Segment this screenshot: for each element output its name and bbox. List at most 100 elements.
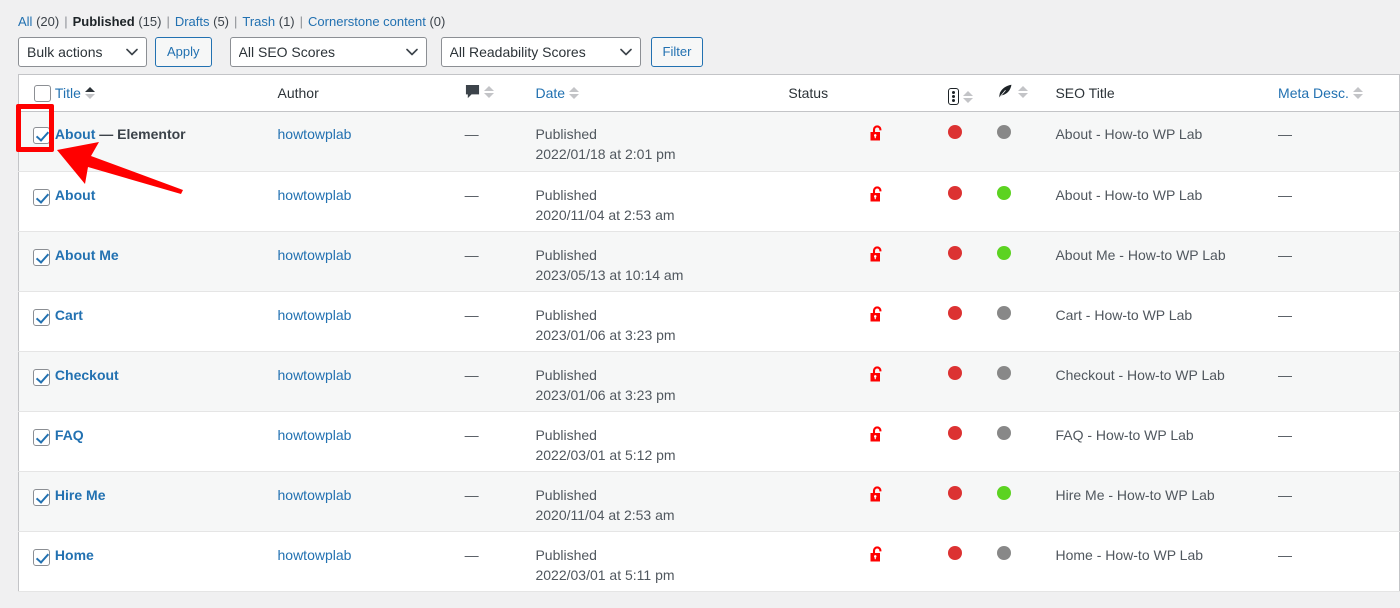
readability-scores-select-wrapper[interactable]: All Readability Scores	[440, 37, 641, 67]
row-readability-score-cell[interactable]	[996, 111, 1056, 172]
row-title-link[interactable]: About	[55, 126, 95, 142]
sort-arrows-icon[interactable]	[84, 87, 95, 99]
row-seo-score-cell[interactable]	[948, 291, 997, 352]
row-seo-score-cell[interactable]	[948, 351, 997, 412]
row-checkbox-cell[interactable]	[18, 531, 55, 592]
row-lock-cell[interactable]	[869, 291, 949, 352]
row-author-link[interactable]: howtowplab	[278, 187, 352, 203]
row-select-checkbox[interactable]	[33, 308, 50, 326]
row-lock-cell[interactable]	[869, 111, 949, 172]
filter-link-cornerstone-content[interactable]: Cornerstone content	[308, 14, 426, 29]
row-author-link[interactable]: howtowplab	[278, 427, 352, 443]
row-seo-score-cell[interactable]	[948, 531, 997, 592]
row-title-link[interactable]: Checkout	[55, 367, 119, 383]
bulk-actions-select-wrapper[interactable]: Bulk actions	[18, 37, 147, 67]
sort-arrows-icon[interactable]	[483, 85, 494, 98]
table-row[interactable]: Home howtowplab — Published 2022/03/01 at 5:…	[18, 531, 1400, 592]
seo-scores-select[interactable]: All SEO Scores	[229, 37, 427, 67]
row-select-checkbox[interactable]	[33, 126, 50, 144]
row-author-link[interactable]: howtowplab	[278, 126, 352, 142]
row-select-checkbox[interactable]	[33, 488, 50, 506]
row-checkbox-cell[interactable]	[18, 471, 55, 532]
row-readability-score-cell[interactable]	[996, 471, 1056, 532]
filter-link-drafts[interactable]: Drafts	[175, 14, 210, 29]
row-author-cell: howtowplab	[277, 291, 465, 352]
row-seo-score-cell[interactable]	[948, 111, 997, 172]
row-title-cell: About	[54, 171, 278, 232]
sort-arrows-icon[interactable]	[1352, 87, 1363, 99]
row-checkbox-cell[interactable]	[18, 111, 55, 172]
row-select-checkbox[interactable]	[33, 368, 50, 386]
row-readability-score-cell[interactable]	[996, 411, 1056, 472]
select-all-checkbox[interactable]	[34, 84, 51, 102]
row-select-checkbox[interactable]	[33, 548, 50, 566]
row-seo-score-cell[interactable]	[948, 471, 997, 532]
row-lock-cell[interactable]	[869, 351, 949, 412]
table-row[interactable]: Checkout howtowplab — Published 2023/01/06 a…	[18, 351, 1400, 412]
row-checkbox-cell[interactable]	[18, 351, 55, 412]
column-header-seo-score[interactable]	[948, 74, 997, 112]
row-author-link[interactable]: howtowplab	[278, 247, 352, 263]
row-seo-score-cell[interactable]	[948, 411, 997, 472]
row-checkbox-cell[interactable]	[18, 411, 55, 472]
row-readability-score-cell[interactable]	[996, 171, 1056, 232]
apply-button[interactable]: Apply	[155, 37, 212, 67]
bulk-actions-select[interactable]: Bulk actions	[18, 37, 147, 67]
row-select-checkbox[interactable]	[33, 248, 50, 266]
filter-link-published[interactable]: Published	[73, 14, 135, 29]
table-row[interactable]: Hire Me howtowplab — Published 2020/11/04 at…	[18, 471, 1400, 532]
filter-link-trash[interactable]: Trash	[242, 14, 275, 29]
readability-scores-select[interactable]: All Readability Scores	[440, 37, 641, 67]
column-header-date-link[interactable]: Date	[535, 85, 565, 101]
row-title-link[interactable]: Hire Me	[55, 487, 106, 503]
row-checkbox-cell[interactable]	[18, 171, 55, 232]
row-author-link[interactable]: howtowplab	[278, 547, 352, 563]
row-title-link[interactable]: Home	[55, 547, 94, 563]
row-status-word: Published	[535, 487, 597, 503]
row-lock-cell[interactable]	[869, 471, 949, 532]
row-author-link[interactable]: howtowplab	[278, 487, 352, 503]
sort-arrows-icon[interactable]	[963, 90, 974, 103]
column-header-readability-score[interactable]	[996, 74, 1056, 112]
row-readability-score-cell[interactable]	[996, 531, 1056, 592]
seo-scores-select-wrapper[interactable]: All SEO Scores	[229, 37, 427, 67]
row-readability-score-cell[interactable]	[996, 231, 1056, 292]
table-row[interactable]: About — Elementor howtowplab — Published 202…	[18, 111, 1400, 172]
row-checkbox-cell[interactable]	[18, 231, 55, 292]
row-author-cell: howtowplab	[277, 411, 465, 472]
row-readability-score-cell[interactable]	[996, 351, 1056, 412]
sort-arrows-icon[interactable]	[1017, 85, 1028, 98]
column-header-checkbox[interactable]	[18, 74, 55, 112]
column-header-meta-desc[interactable]: Meta Desc.	[1278, 74, 1400, 112]
row-author-link[interactable]: howtowplab	[278, 367, 352, 383]
table-row[interactable]: FAQ howtowplab — Published 2022/03/01 at 5:1…	[18, 411, 1400, 472]
row-lock-cell[interactable]	[869, 171, 949, 232]
row-seo-score-cell[interactable]	[948, 171, 997, 232]
table-row[interactable]: About howtowplab — Published 2020/11/04 at 2…	[18, 171, 1400, 232]
row-checkbox-cell[interactable]	[18, 291, 55, 352]
row-title-link[interactable]: Cart	[55, 307, 83, 323]
row-title-link[interactable]: About Me	[55, 247, 119, 263]
row-lock-cell[interactable]	[869, 531, 949, 592]
row-status-cell	[788, 531, 870, 592]
row-lock-cell[interactable]	[869, 231, 949, 292]
filter-button[interactable]: Filter	[650, 37, 704, 67]
row-title-link[interactable]: About	[55, 187, 95, 203]
table-row[interactable]: About Me howtowplab — Published 2023/05/13 a…	[18, 231, 1400, 292]
column-header-date[interactable]: Date	[535, 74, 789, 112]
column-header-comments[interactable]	[464, 74, 536, 112]
row-author-link[interactable]: howtowplab	[278, 307, 352, 323]
row-select-checkbox[interactable]	[33, 428, 50, 446]
seo-score-dot	[948, 186, 963, 200]
row-select-checkbox[interactable]	[33, 188, 50, 206]
table-row[interactable]: Cart howtowplab — Published 2023/01/06 at 3:…	[18, 291, 1400, 352]
column-header-title[interactable]: Title	[54, 74, 278, 112]
row-seo-score-cell[interactable]	[948, 231, 997, 292]
row-readability-score-cell[interactable]	[996, 291, 1056, 352]
filter-link-all[interactable]: All	[18, 14, 32, 29]
sort-arrows-icon[interactable]	[569, 87, 580, 99]
row-title-link[interactable]: FAQ	[55, 427, 84, 443]
row-lock-cell[interactable]	[869, 411, 949, 472]
column-header-title-link[interactable]: Title	[55, 85, 81, 101]
column-header-meta-desc-link[interactable]: Meta Desc.	[1278, 85, 1349, 101]
